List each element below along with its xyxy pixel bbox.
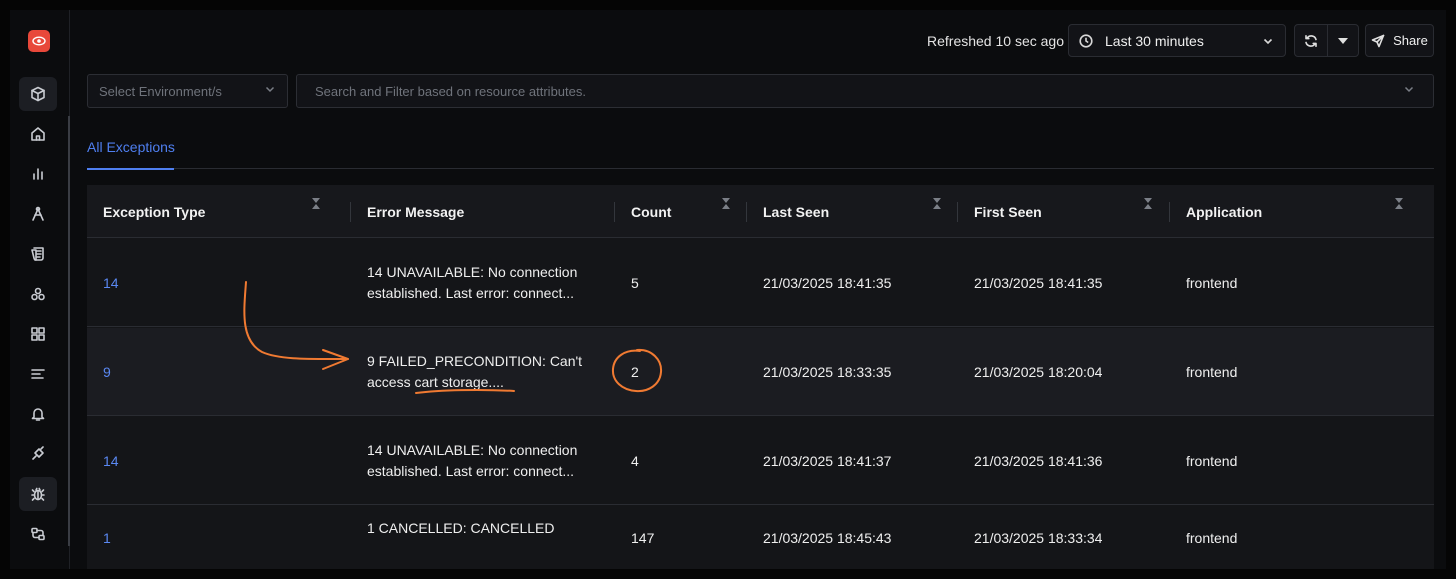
pipelines-icon (31, 527, 45, 541)
error-message-line: access cart storage.... (367, 374, 504, 390)
sidebar-scroll-rail[interactable] (68, 116, 70, 546)
exception-type-link[interactable]: 14 (103, 451, 119, 472)
sidebar (10, 10, 70, 569)
error-message-line: 1 CANCELLED: CANCELLED (367, 520, 555, 536)
column-header-error-message[interactable]: Error Message (367, 185, 464, 238)
bar-chart-icon (33, 168, 43, 180)
column-divider[interactable] (957, 202, 958, 222)
count-value: 2 (631, 364, 639, 380)
sidebar-item-exceptions[interactable] (19, 477, 57, 511)
chevron-down-icon (264, 82, 276, 100)
list-icon (31, 369, 45, 379)
sidebar-item-get-started[interactable] (19, 77, 57, 111)
share-button[interactable]: Share (1365, 24, 1434, 57)
active-tab-indicator (87, 168, 174, 170)
app-window: Refreshed 10 sec ago Last 30 minutes Sha… (10, 10, 1446, 569)
alerts-icon (31, 408, 45, 421)
refresh-button[interactable] (1294, 24, 1328, 57)
environment-placeholder: Select Environment/s (99, 83, 222, 99)
tab-bar: All Exceptions (87, 137, 1434, 170)
last-seen-value: 21/03/2025 18:41:35 (763, 275, 892, 291)
column-header-first-seen[interactable]: First Seen (974, 185, 1042, 238)
error-message-line: 14 UNAVAILABLE: No connection (367, 442, 578, 458)
caret-down-icon (1338, 37, 1348, 44)
first-seen-value: 21/03/2025 18:41:35 (974, 275, 1103, 291)
home-icon (31, 127, 45, 141)
integrations-icon (32, 446, 44, 460)
sidebar-item-logs[interactable] (19, 237, 57, 271)
error-message-line: 14 UNAVAILABLE: No connection (367, 264, 578, 280)
exception-type-link[interactable]: 14 (103, 273, 119, 294)
time-range-label: Last 30 minutes (1105, 32, 1204, 49)
table-row[interactable]: 14 14 UNAVAILABLE: No connection establi… (87, 239, 1434, 327)
refresh-icon (1305, 34, 1317, 47)
chevron-down-icon (1263, 38, 1273, 44)
table-header: Exception Type Error Message Count Last … (87, 185, 1434, 238)
search-placeholder: Search and Filter based on resource attr… (315, 83, 586, 99)
bug-icon (31, 487, 45, 501)
time-range-picker[interactable]: Last 30 minutes (1068, 24, 1286, 57)
sidebar-item-metrics[interactable] (19, 157, 57, 191)
clock-icon (1079, 33, 1093, 48)
share-label: Share (1393, 33, 1428, 48)
error-message: 14 UNAVAILABLE: No connection establishe… (367, 262, 597, 304)
eye-logo-icon (32, 36, 46, 46)
table-row[interactable]: 1 1 CANCELLED: CANCELLED 147 21/03/2025 … (87, 506, 1434, 569)
count-value: 147 (631, 530, 655, 546)
chevron-down-icon (1403, 82, 1415, 100)
application-value: frontend (1186, 364, 1238, 380)
count-value: 4 (631, 453, 639, 469)
sidebar-item-traces[interactable] (19, 197, 57, 231)
column-divider[interactable] (350, 202, 351, 222)
last-seen-value: 21/03/2025 18:41:37 (763, 453, 892, 469)
column-divider[interactable] (746, 202, 747, 222)
table-row[interactable]: 14 14 UNAVAILABLE: No connection establi… (87, 417, 1434, 505)
column-header-last-seen[interactable]: Last Seen (763, 185, 829, 238)
last-seen-value: 21/03/2025 18:33:35 (763, 364, 892, 380)
tab-all-exceptions[interactable]: All Exceptions (87, 137, 175, 170)
first-seen-value: 21/03/2025 18:20:04 (974, 364, 1103, 380)
sidebar-item-services[interactable] (19, 277, 57, 311)
last-seen-value: 21/03/2025 18:45:43 (763, 530, 892, 546)
error-message-line: established. Last error: connect... (367, 285, 574, 301)
services-icon (31, 287, 45, 301)
logs-icon (31, 247, 44, 261)
environment-select[interactable]: Select Environment/s (87, 74, 288, 108)
column-header-application[interactable]: Application (1186, 185, 1262, 238)
column-divider[interactable] (614, 202, 615, 222)
first-seen-value: 21/03/2025 18:33:34 (974, 530, 1103, 546)
application-value: frontend (1186, 453, 1238, 469)
send-icon (1371, 34, 1385, 47)
table-row[interactable]: 9 9 FAILED_PRECONDITION: Can't access ca… (87, 328, 1434, 416)
traces-icon (32, 206, 44, 221)
sidebar-item-pipelines[interactable] (19, 517, 57, 551)
application-value: frontend (1186, 530, 1238, 546)
sidebar-item-integrations[interactable] (19, 437, 57, 471)
exceptions-table: Exception Type Error Message Count Last … (87, 185, 1434, 569)
error-message: 14 UNAVAILABLE: No connection establishe… (367, 440, 597, 482)
cube-icon (31, 86, 45, 102)
column-header-count[interactable]: Count (631, 185, 671, 238)
column-header-exception-type[interactable]: Exception Type (103, 185, 205, 238)
error-message: 9 FAILED_PRECONDITION: Can't access cart… (367, 351, 597, 393)
sidebar-item-dashboards[interactable] (19, 317, 57, 351)
application-value: frontend (1186, 275, 1238, 291)
error-message: 1 CANCELLED: CANCELLED (367, 518, 597, 539)
sidebar-item-home[interactable] (19, 117, 57, 151)
column-divider[interactable] (1169, 202, 1170, 222)
error-message-line: 9 FAILED_PRECONDITION: Can't (367, 353, 583, 369)
refresh-options-dropdown[interactable] (1327, 24, 1359, 57)
count-value: 5 (631, 275, 639, 291)
resource-search-input[interactable]: Search and Filter based on resource attr… (296, 74, 1434, 108)
sidebar-item-alerts[interactable] (19, 397, 57, 431)
sidebar-item-list[interactable] (19, 357, 57, 391)
refreshed-status: Refreshed 10 sec ago (927, 33, 1064, 49)
app-logo[interactable] (28, 30, 50, 52)
exception-type-link[interactable]: 1 (103, 528, 111, 549)
exception-type-link[interactable]: 9 (103, 362, 111, 383)
tab-label: All Exceptions (87, 139, 175, 155)
first-seen-value: 21/03/2025 18:41:36 (974, 453, 1103, 469)
error-message-line: established. Last error: connect... (367, 463, 574, 479)
dashboard-icon (31, 327, 45, 341)
